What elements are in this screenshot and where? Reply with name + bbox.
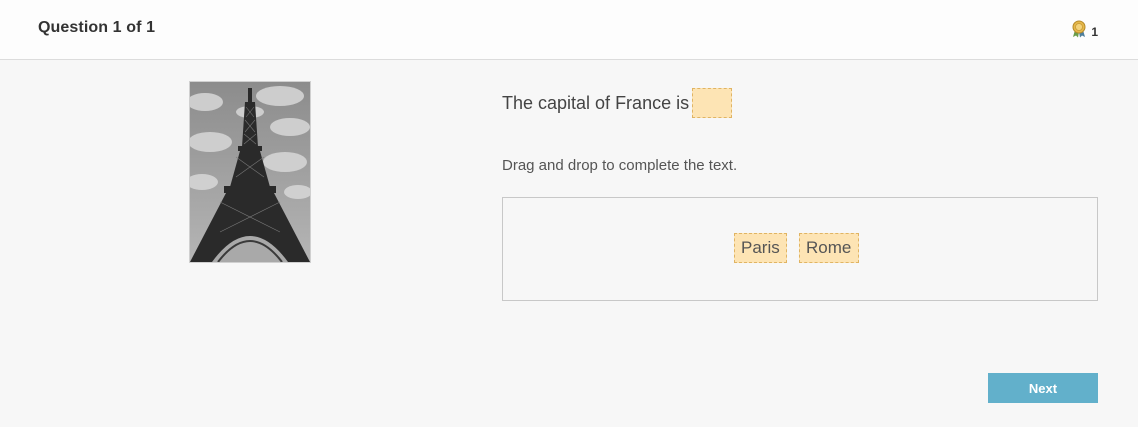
- option-rome[interactable]: Rome: [799, 233, 859, 263]
- quiz-header: Question 1 of 1 1: [0, 0, 1138, 60]
- option-paris[interactable]: Paris: [734, 233, 787, 263]
- word-bank: Paris Rome: [502, 197, 1098, 301]
- next-button[interactable]: Next: [988, 373, 1098, 403]
- answer-drop-zone[interactable]: [692, 88, 733, 118]
- question-counter: Question 1 of 1: [38, 19, 156, 36]
- question-text: The capital of France is: [502, 88, 733, 118]
- medal-icon: [1071, 20, 1087, 43]
- instruction-text: Drag and drop to complete the text.: [502, 157, 738, 174]
- points-count: 1: [1091, 24, 1098, 39]
- eiffel-tower-image: [189, 81, 311, 263]
- points-indicator: 1: [1071, 20, 1098, 43]
- question-prompt: The capital of France is: [502, 92, 690, 113]
